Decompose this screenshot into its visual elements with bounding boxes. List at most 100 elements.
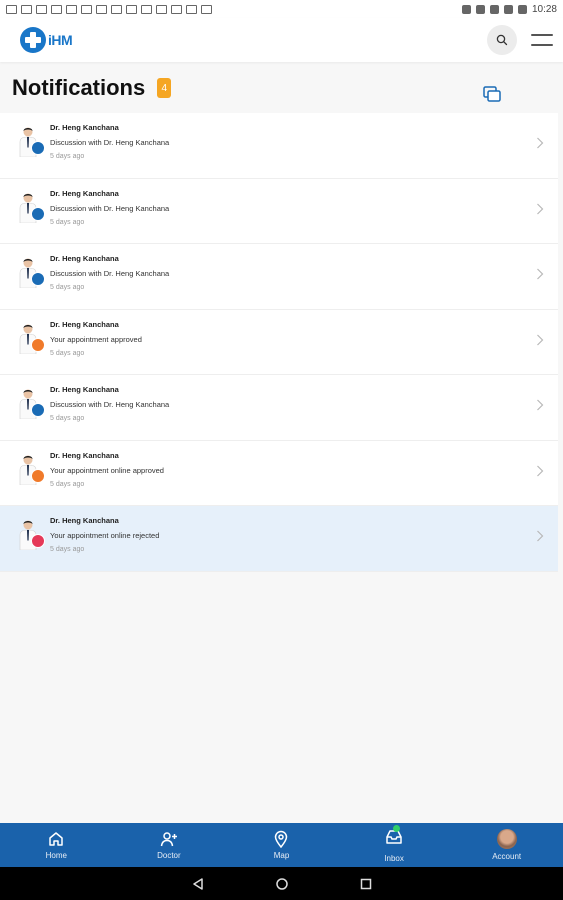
notification-item[interactable]: Dr. Heng Kanchana Discussion with Dr. He… bbox=[0, 113, 558, 179]
chat-icon bbox=[31, 403, 45, 417]
bottom-nav: Home Doctor Map Inbox Account bbox=[0, 823, 563, 867]
sender-avatar bbox=[18, 256, 48, 290]
notification-item[interactable]: Dr. Heng Kanchana Discussion with Dr. He… bbox=[0, 244, 558, 310]
logo-text: iHM bbox=[48, 32, 73, 48]
chevron-right-icon bbox=[537, 334, 544, 345]
calendar-icon bbox=[31, 468, 45, 483]
home-icon bbox=[49, 832, 64, 846]
notification-message: Discussion with Dr. Heng Kanchana bbox=[50, 203, 170, 213]
notification-text: Dr. Heng Kanchana Discussion with Dr. He… bbox=[50, 254, 169, 293]
chevron-right-icon bbox=[537, 465, 544, 476]
notification-text: Dr. Heng Kanchana Discussion with Dr. He… bbox=[50, 123, 169, 162]
notification-sender: Dr. Heng Kanchana bbox=[50, 123, 119, 132]
notification-sender: Dr. Heng Kanchana bbox=[50, 516, 119, 525]
calendar-icon bbox=[31, 534, 45, 548]
unread-count-badge: 4 bbox=[157, 78, 172, 98]
header-actions bbox=[487, 25, 553, 55]
sender-avatar bbox=[18, 322, 48, 356]
notification-message: Discussion with Dr. Heng Kanchana bbox=[50, 138, 170, 147]
notification-text: Dr. Heng Kanchana Discussion with Dr. He… bbox=[50, 189, 169, 228]
notification-item[interactable]: Dr. Heng Kanchana Your appointment appro… bbox=[0, 309, 558, 375]
system-icons: 10:28 bbox=[461, 3, 557, 15]
sender-avatar bbox=[18, 125, 48, 159]
calendar-icon bbox=[31, 337, 45, 352]
status-bar: 10:28 bbox=[0, 0, 563, 18]
gmail-icon bbox=[6, 4, 17, 14]
notification-time: 5 days ago bbox=[50, 349, 85, 357]
notification-text: Dr. Heng Kanchana Your appointment onlin… bbox=[50, 516, 159, 555]
title-row: Notifications 4 bbox=[0, 62, 563, 114]
notification-text: Dr. Heng Kanchana Discussion with Dr. He… bbox=[50, 385, 169, 424]
app-icon bbox=[126, 4, 137, 14]
notification-time: 5 days ago bbox=[50, 546, 85, 553]
nav-map-label: Map bbox=[273, 851, 290, 860]
chat-icon bbox=[31, 206, 45, 221]
chat-icon bbox=[31, 272, 45, 286]
hamburger-line bbox=[531, 34, 553, 36]
notification-item[interactable]: Dr. Heng Kanchana Discussion with Dr. He… bbox=[0, 178, 558, 244]
nav-account-label: Account bbox=[492, 852, 522, 861]
notification-time: 5 days ago bbox=[50, 284, 85, 291]
account-avatar bbox=[496, 829, 517, 849]
chevron-right-icon bbox=[537, 203, 544, 214]
chevron-right-icon bbox=[537, 399, 544, 411]
nav-inbox[interactable]: Inbox bbox=[338, 823, 451, 867]
chat-icon bbox=[31, 141, 45, 155]
gmail-icon bbox=[66, 4, 77, 14]
nav-doctor-label: Doctor bbox=[157, 851, 181, 860]
nav-home[interactable]: Home bbox=[0, 823, 113, 867]
chevron-right-icon bbox=[537, 530, 544, 542]
notification-message: Your appointment online approved bbox=[50, 465, 164, 475]
notification-message: Your appointment approved bbox=[50, 334, 142, 344]
battery-icon bbox=[517, 4, 527, 14]
nav-map[interactable]: Map bbox=[225, 823, 338, 867]
unread-dot bbox=[393, 824, 401, 832]
nav-home-label: Home bbox=[45, 851, 67, 860]
sender-avatar bbox=[18, 387, 48, 421]
notification-time: 5 days ago bbox=[50, 153, 85, 160]
notification-sender: Dr. Heng Kanchana bbox=[50, 450, 119, 460]
app-icon bbox=[141, 4, 152, 14]
gmail-icon bbox=[21, 4, 32, 14]
page-title: Notifications bbox=[12, 75, 146, 100]
system-nav-bar bbox=[0, 867, 563, 900]
search-button[interactable] bbox=[487, 25, 517, 55]
gmail-icon bbox=[51, 4, 62, 14]
back-icon[interactable] bbox=[191, 877, 205, 891]
signal-icon bbox=[503, 4, 513, 14]
home-circle-icon[interactable] bbox=[275, 877, 289, 891]
sender-avatar bbox=[18, 191, 48, 225]
youtube-icon bbox=[156, 4, 167, 14]
sender-avatar bbox=[18, 453, 48, 487]
notification-message: Discussion with Dr. Heng Kanchana bbox=[50, 269, 170, 278]
menu-button[interactable] bbox=[527, 30, 553, 50]
notification-item[interactable]: Dr. Heng Kanchana Your appointment onlin… bbox=[0, 506, 558, 572]
search-icon bbox=[496, 34, 508, 46]
notification-icons bbox=[6, 4, 212, 14]
map-pin-icon bbox=[275, 830, 288, 848]
notification-item[interactable]: Dr. Heng Kanchana Discussion with Dr. He… bbox=[0, 375, 558, 441]
chevron-right-icon bbox=[537, 137, 544, 149]
notification-list: Dr. Heng Kanchana Discussion with Dr. He… bbox=[0, 113, 558, 572]
gmail-icon bbox=[81, 4, 92, 14]
clock: 10:28 bbox=[531, 3, 557, 15]
notification-message: Your appointment online rejected bbox=[50, 531, 160, 540]
nav-doctor[interactable]: Doctor bbox=[113, 823, 226, 867]
app-logo[interactable]: iHM bbox=[20, 27, 73, 53]
notification-item[interactable]: Dr. Heng Kanchana Your appointment onlin… bbox=[0, 440, 558, 506]
notification-text: Dr. Heng Kanchana Your appointment onlin… bbox=[50, 451, 164, 490]
notification-time: 5 days ago bbox=[50, 480, 85, 488]
nav-account[interactable]: Account bbox=[450, 823, 563, 867]
youtube-icon bbox=[186, 4, 197, 14]
mark-all-read-icon[interactable] bbox=[483, 86, 501, 102]
app-header: iHM bbox=[0, 18, 563, 62]
notification-sender: Dr. Heng Kanchana bbox=[50, 385, 119, 394]
notification-sender: Dr. Heng Kanchana bbox=[50, 188, 119, 198]
add-doctor-icon bbox=[160, 832, 177, 847]
recents-icon[interactable] bbox=[359, 877, 373, 891]
wifi-icon bbox=[489, 4, 499, 14]
bluetooth-icon bbox=[461, 4, 471, 14]
notification-text: Dr. Heng Kanchana Your appointment appro… bbox=[50, 320, 142, 359]
gmail-icon bbox=[36, 4, 47, 14]
sender-avatar bbox=[18, 518, 48, 552]
